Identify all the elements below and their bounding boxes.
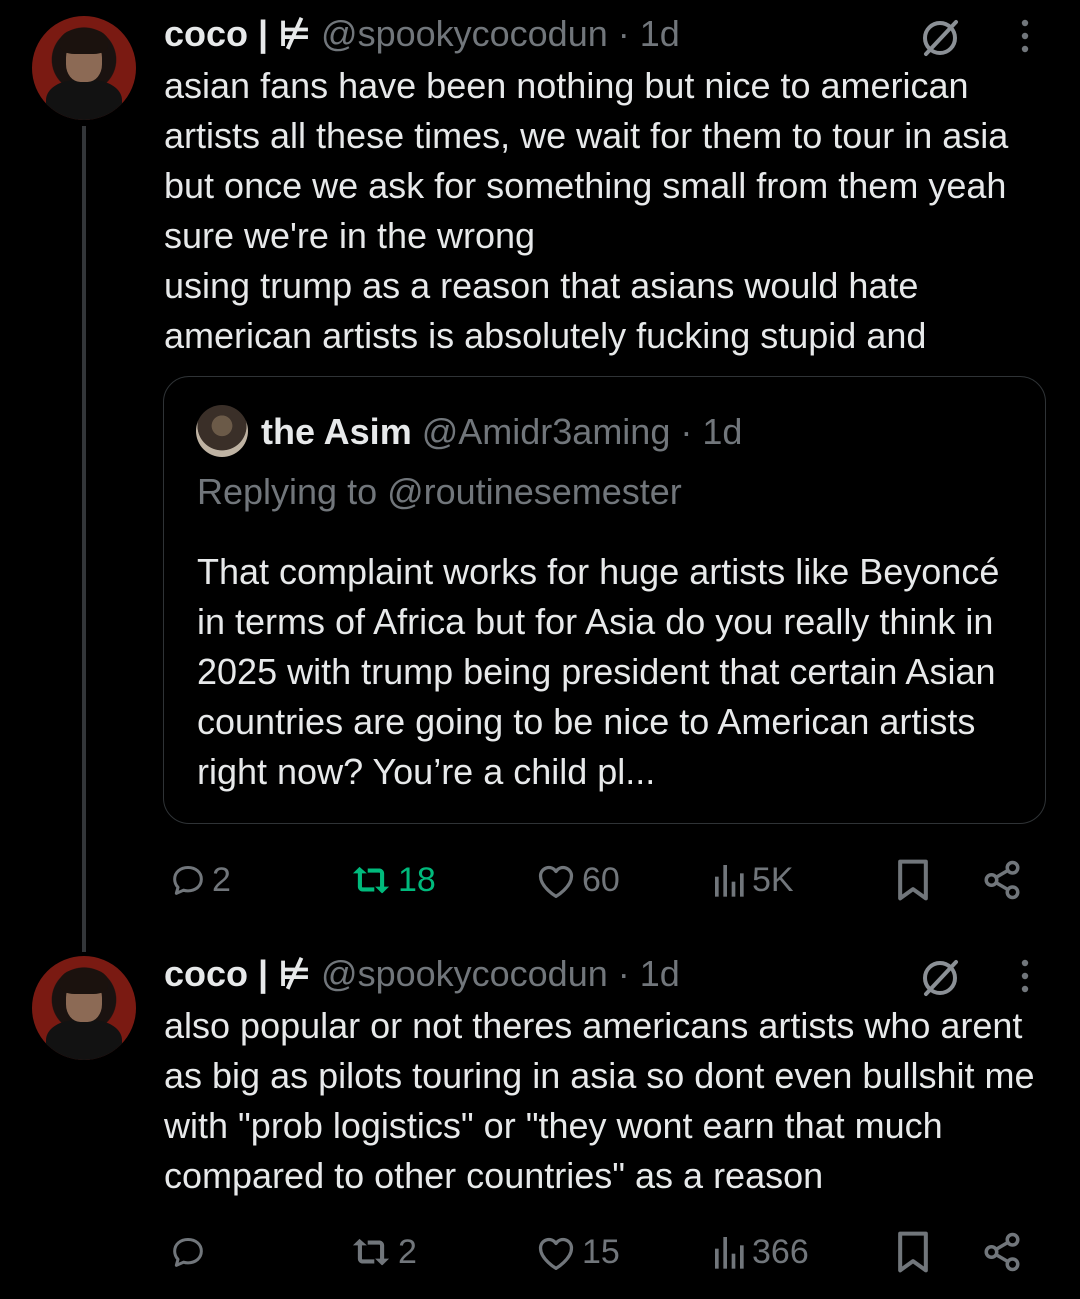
share-button[interactable]: [981, 1227, 1023, 1277]
bookmark-icon: [898, 859, 928, 901]
reply-icon: [173, 1238, 203, 1267]
views-button[interactable]: 366: [712, 1227, 809, 1277]
replying-to: Replying to @routinesemester: [197, 471, 682, 512]
quoted-author-name: the Asim: [261, 411, 412, 452]
share-icon: [984, 860, 1020, 900]
like-icon: [538, 1237, 574, 1270]
reply-count: 2: [212, 860, 231, 899]
views-count: 5K: [752, 860, 794, 899]
tweet-text: also popular or not theres americans art…: [164, 1005, 1045, 1196]
tweet-header: coco | ⊭ @spookycocodun · 1d: [164, 954, 680, 994]
quoted-header: the Asim @Amidr3aming · 1d: [261, 411, 742, 453]
views-icon: [715, 865, 744, 897]
bookmark-icon: [898, 1231, 928, 1273]
reply-icon: [173, 866, 203, 895]
like-button[interactable]: 60: [534, 855, 620, 905]
tweet-1[interactable]: coco | ⊭ @spookycocodun · 1d asian fans …: [0, 0, 1080, 952]
more-icon[interactable]: [1010, 14, 1040, 58]
repost-button[interactable]: 18: [348, 855, 436, 905]
quoted-timestamp: 1d: [702, 411, 743, 452]
separator: ·: [617, 953, 630, 994]
quoted-tweet[interactable]: the Asim @Amidr3aming · 1d Replying to @…: [163, 376, 1046, 824]
views-count: 366: [752, 1232, 809, 1271]
reply-button[interactable]: [168, 1227, 212, 1277]
like-button[interactable]: 15: [534, 1227, 620, 1277]
action-bar: 2 18 60 5K: [0, 855, 1080, 905]
separator: ·: [680, 411, 693, 452]
share-button[interactable]: [981, 855, 1023, 905]
repost-icon: [352, 1238, 390, 1266]
author-name[interactable]: coco | ⊭: [164, 953, 311, 994]
tweet-header: coco | ⊭ @spookycocodun · 1d: [164, 14, 680, 54]
quoted-avatar[interactable]: [196, 405, 248, 457]
grok-icon[interactable]: [918, 956, 962, 1000]
like-count: 15: [582, 1232, 620, 1271]
views-button[interactable]: 5K: [712, 855, 794, 905]
bookmark-button[interactable]: [894, 1227, 932, 1277]
quoted-text: That complaint works for huge artists li…: [197, 551, 1000, 792]
tweet-text: asian fans have been nothing but nice to…: [164, 65, 1009, 356]
repost-button[interactable]: 2: [348, 1227, 417, 1277]
author-name[interactable]: coco | ⊭: [164, 13, 311, 54]
separator: ·: [617, 13, 630, 54]
repost-count: 2: [398, 1232, 417, 1271]
like-count: 60: [582, 860, 620, 899]
repost-icon: [352, 866, 390, 894]
thread-line: [82, 126, 86, 952]
timestamp[interactable]: 1d: [640, 953, 680, 994]
author-handle[interactable]: @spookycocodun: [321, 953, 608, 994]
quoted-author-handle: @Amidr3aming: [421, 411, 671, 452]
more-icon[interactable]: [1010, 954, 1040, 998]
timestamp[interactable]: 1d: [640, 13, 680, 54]
grok-icon[interactable]: [918, 16, 962, 60]
reply-button[interactable]: 2: [168, 855, 231, 905]
share-icon: [984, 1232, 1020, 1272]
avatar[interactable]: [32, 16, 136, 120]
action-bar: 2 15 366: [0, 1227, 1080, 1277]
repost-count: 18: [398, 860, 436, 899]
author-handle[interactable]: @spookycocodun: [321, 13, 608, 54]
bookmark-button[interactable]: [894, 855, 932, 905]
like-icon: [538, 865, 574, 898]
avatar[interactable]: [32, 956, 136, 1060]
views-icon: [715, 1237, 744, 1269]
tweet-2[interactable]: coco | ⊭ @spookycocodun · 1d also popula…: [0, 950, 1080, 1299]
